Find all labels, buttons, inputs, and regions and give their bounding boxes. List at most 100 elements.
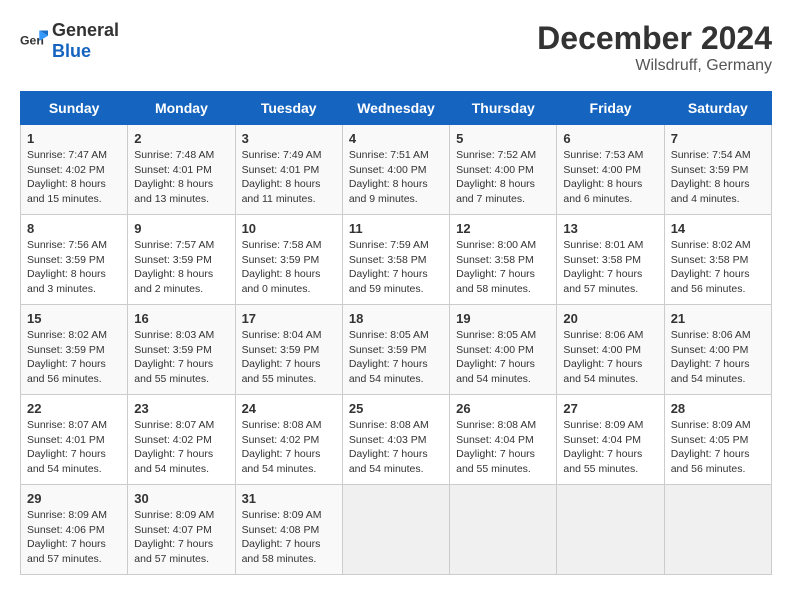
calendar-cell: 15 Sunrise: 8:02 AM Sunset: 3:59 PM Dayli… xyxy=(21,305,128,395)
calendar-cell: 14 Sunrise: 8:02 AM Sunset: 3:58 PM Dayli… xyxy=(664,215,771,305)
calendar-cell: 21 Sunrise: 8:06 AM Sunset: 4:00 PM Dayli… xyxy=(664,305,771,395)
day-number: 18 xyxy=(349,311,443,326)
day-number: 17 xyxy=(242,311,336,326)
day-info: Sunrise: 8:04 AM Sunset: 3:59 PM Dayligh… xyxy=(242,328,336,387)
day-info: Sunrise: 7:47 AM Sunset: 4:02 PM Dayligh… xyxy=(27,148,121,207)
day-info: Sunrise: 8:09 AM Sunset: 4:07 PM Dayligh… xyxy=(134,508,228,567)
calendar-cell: 20 Sunrise: 8:06 AM Sunset: 4:00 PM Dayli… xyxy=(557,305,664,395)
weekday-header-thursday: Thursday xyxy=(450,92,557,125)
weekday-header-saturday: Saturday xyxy=(664,92,771,125)
calendar-cell: 7 Sunrise: 7:54 AM Sunset: 3:59 PM Daylig… xyxy=(664,125,771,215)
calendar-cell: 9Sunrise: 7:57 AM Sunset: 3:59 PM Daylig… xyxy=(128,215,235,305)
calendar-cell: 5Sunrise: 7:52 AM Sunset: 4:00 PM Daylig… xyxy=(450,125,557,215)
day-number: 30 xyxy=(134,491,228,506)
day-number: 13 xyxy=(563,221,657,236)
weekday-header-friday: Friday xyxy=(557,92,664,125)
day-info: Sunrise: 7:54 AM Sunset: 3:59 PM Dayligh… xyxy=(671,148,765,207)
calendar-cell: 16 Sunrise: 8:03 AM Sunset: 3:59 PM Dayli… xyxy=(128,305,235,395)
calendar-cell: 10Sunrise: 7:58 AM Sunset: 3:59 PM Dayli… xyxy=(235,215,342,305)
day-info: Sunrise: 8:08 AM Sunset: 4:03 PM Dayligh… xyxy=(349,418,443,477)
calendar-cell: 17 Sunrise: 8:04 AM Sunset: 3:59 PM Dayli… xyxy=(235,305,342,395)
day-info: Sunrise: 8:02 AM Sunset: 3:59 PM Dayligh… xyxy=(27,328,121,387)
day-info: Sunrise: 8:09 AM Sunset: 4:04 PM Dayligh… xyxy=(563,418,657,477)
day-info: Sunrise: 7:56 AM Sunset: 3:59 PM Dayligh… xyxy=(27,238,121,297)
calendar-week-1: 1 Sunrise: 7:47 AM Sunset: 4:02 PM Daylig… xyxy=(21,125,772,215)
day-number: 15 xyxy=(27,311,121,326)
day-info: Sunrise: 8:08 AM Sunset: 4:02 PM Dayligh… xyxy=(242,418,336,477)
day-number: 22 xyxy=(27,401,121,416)
weekday-header-wednesday: Wednesday xyxy=(342,92,449,125)
calendar-cell: 26 Sunrise: 8:08 AM Sunset: 4:04 PM Dayli… xyxy=(450,395,557,485)
calendar-cell: 19Sunrise: 8:05 AM Sunset: 4:00 PM Dayli… xyxy=(450,305,557,395)
day-number: 8 xyxy=(27,221,121,236)
day-info: Sunrise: 7:53 AM Sunset: 4:00 PM Dayligh… xyxy=(563,148,657,207)
day-number: 25 xyxy=(349,401,443,416)
day-info: Sunrise: 7:58 AM Sunset: 3:59 PM Dayligh… xyxy=(242,238,336,297)
day-info: Sunrise: 8:06 AM Sunset: 4:00 PM Dayligh… xyxy=(563,328,657,387)
calendar-table: SundayMondayTuesdayWednesdayThursdayFrid… xyxy=(20,91,772,575)
calendar-week-4: 22Sunrise: 8:07 AM Sunset: 4:01 PM Dayli… xyxy=(21,395,772,485)
logo: Gen General Blue xyxy=(20,20,119,62)
calendar-cell: 8 Sunrise: 7:56 AM Sunset: 3:59 PM Daylig… xyxy=(21,215,128,305)
day-number: 11 xyxy=(349,221,443,236)
day-info: Sunrise: 7:59 AM Sunset: 3:58 PM Dayligh… xyxy=(349,238,443,297)
day-number: 4 xyxy=(349,131,443,146)
day-info: Sunrise: 8:05 AM Sunset: 4:00 PM Dayligh… xyxy=(456,328,550,387)
logo-blue-text: Blue xyxy=(52,41,91,61)
day-info: Sunrise: 7:51 AM Sunset: 4:00 PM Dayligh… xyxy=(349,148,443,207)
calendar-week-2: 8 Sunrise: 7:56 AM Sunset: 3:59 PM Daylig… xyxy=(21,215,772,305)
calendar-cell: 23 Sunrise: 8:07 AM Sunset: 4:02 PM Dayli… xyxy=(128,395,235,485)
day-number: 31 xyxy=(242,491,336,506)
calendar-cell: 2 Sunrise: 7:48 AM Sunset: 4:01 PM Daylig… xyxy=(128,125,235,215)
calendar-cell: 11 Sunrise: 7:59 AM Sunset: 3:58 PM Dayli… xyxy=(342,215,449,305)
calendar-cell xyxy=(664,485,771,575)
logo-icon: Gen xyxy=(20,27,48,55)
calendar-cell: 30 Sunrise: 8:09 AM Sunset: 4:07 PM Dayli… xyxy=(128,485,235,575)
day-number: 1 xyxy=(27,131,121,146)
day-info: Sunrise: 8:03 AM Sunset: 3:59 PM Dayligh… xyxy=(134,328,228,387)
calendar-cell xyxy=(450,485,557,575)
day-info: Sunrise: 8:09 AM Sunset: 4:06 PM Dayligh… xyxy=(27,508,121,567)
calendar-location: Wilsdruff, Germany xyxy=(537,57,772,75)
calendar-cell xyxy=(342,485,449,575)
day-info: Sunrise: 8:06 AM Sunset: 4:00 PM Dayligh… xyxy=(671,328,765,387)
day-number: 7 xyxy=(671,131,765,146)
calendar-cell: 31 Sunrise: 8:09 AM Sunset: 4:08 PM Dayli… xyxy=(235,485,342,575)
day-number: 23 xyxy=(134,401,228,416)
day-number: 9 xyxy=(134,221,228,236)
day-number: 2 xyxy=(134,131,228,146)
calendar-cell: 25 Sunrise: 8:08 AM Sunset: 4:03 PM Dayli… xyxy=(342,395,449,485)
calendar-cell: 28Sunrise: 8:09 AM Sunset: 4:05 PM Dayli… xyxy=(664,395,771,485)
day-info: Sunrise: 8:08 AM Sunset: 4:04 PM Dayligh… xyxy=(456,418,550,477)
day-info: Sunrise: 7:49 AM Sunset: 4:01 PM Dayligh… xyxy=(242,148,336,207)
day-number: 6 xyxy=(563,131,657,146)
logo-general-text: General xyxy=(52,20,119,40)
page-header: Gen General Blue December 2024 Wilsdruff… xyxy=(20,20,772,75)
calendar-cell xyxy=(557,485,664,575)
calendar-cell: 29Sunrise: 8:09 AM Sunset: 4:06 PM Dayli… xyxy=(21,485,128,575)
calendar-cell: 22Sunrise: 8:07 AM Sunset: 4:01 PM Dayli… xyxy=(21,395,128,485)
weekday-header-sunday: Sunday xyxy=(21,92,128,125)
calendar-title: December 2024 xyxy=(537,20,772,57)
day-info: Sunrise: 8:09 AM Sunset: 4:08 PM Dayligh… xyxy=(242,508,336,567)
calendar-cell: 12Sunrise: 8:00 AM Sunset: 3:58 PM Dayli… xyxy=(450,215,557,305)
calendar-cell: 6 Sunrise: 7:53 AM Sunset: 4:00 PM Daylig… xyxy=(557,125,664,215)
day-number: 21 xyxy=(671,311,765,326)
day-info: Sunrise: 8:05 AM Sunset: 3:59 PM Dayligh… xyxy=(349,328,443,387)
weekday-header-monday: Monday xyxy=(128,92,235,125)
day-number: 3 xyxy=(242,131,336,146)
day-info: Sunrise: 8:09 AM Sunset: 4:05 PM Dayligh… xyxy=(671,418,765,477)
day-number: 16 xyxy=(134,311,228,326)
day-number: 5 xyxy=(456,131,550,146)
day-number: 27 xyxy=(563,401,657,416)
calendar-cell: 1 Sunrise: 7:47 AM Sunset: 4:02 PM Daylig… xyxy=(21,125,128,215)
day-number: 26 xyxy=(456,401,550,416)
day-info: Sunrise: 7:48 AM Sunset: 4:01 PM Dayligh… xyxy=(134,148,228,207)
calendar-week-3: 15 Sunrise: 8:02 AM Sunset: 3:59 PM Dayli… xyxy=(21,305,772,395)
title-block: December 2024 Wilsdruff, Germany xyxy=(537,20,772,75)
day-info: Sunrise: 8:02 AM Sunset: 3:58 PM Dayligh… xyxy=(671,238,765,297)
day-number: 14 xyxy=(671,221,765,236)
day-info: Sunrise: 8:07 AM Sunset: 4:02 PM Dayligh… xyxy=(134,418,228,477)
calendar-cell: 4 Sunrise: 7:51 AM Sunset: 4:00 PM Daylig… xyxy=(342,125,449,215)
day-number: 20 xyxy=(563,311,657,326)
